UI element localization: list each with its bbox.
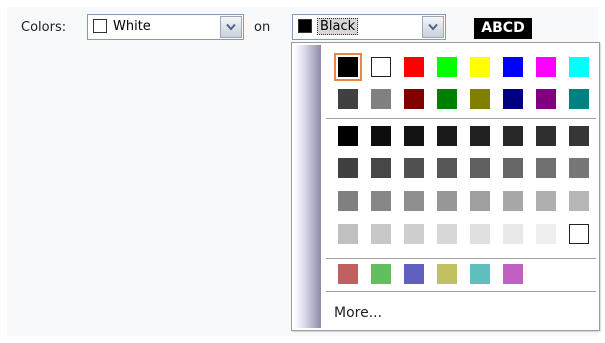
more-colors-link[interactable]: More...: [334, 305, 382, 321]
color-swatch[interactable]: [470, 89, 490, 109]
color-swatch[interactable]: [437, 57, 457, 77]
color-swatch[interactable]: [569, 89, 589, 109]
color-swatch[interactable]: [503, 57, 523, 77]
chevron-down-icon: [428, 23, 438, 31]
color-swatch[interactable]: [404, 126, 424, 146]
color-swatch[interactable]: [470, 224, 490, 244]
on-label: on: [254, 20, 271, 35]
color-swatch[interactable]: [536, 158, 556, 178]
color-swatch[interactable]: [536, 126, 556, 146]
color-swatch[interactable]: [470, 57, 490, 77]
foreground-dropdown-button[interactable]: [220, 16, 242, 38]
color-swatch[interactable]: [437, 264, 457, 284]
color-swatch[interactable]: [404, 89, 424, 109]
color-swatch[interactable]: [404, 158, 424, 178]
color-swatch[interactable]: [503, 264, 523, 284]
color-swatch[interactable]: [470, 264, 490, 284]
color-swatch[interactable]: [470, 191, 490, 211]
color-swatch[interactable]: [371, 224, 391, 244]
color-swatch[interactable]: [371, 126, 391, 146]
color-swatch[interactable]: [371, 57, 391, 77]
separator: [326, 291, 596, 292]
foreground-color-swatch: [93, 19, 107, 33]
color-swatch[interactable]: [569, 191, 589, 211]
background-dropdown-button[interactable]: [422, 16, 444, 38]
color-swatch[interactable]: [371, 158, 391, 178]
color-swatch[interactable]: [470, 158, 490, 178]
foreground-color-select[interactable]: White: [87, 14, 244, 40]
color-swatch[interactable]: [371, 89, 391, 109]
color-picker-dropdown: More...: [291, 42, 600, 331]
color-swatch[interactable]: [470, 126, 490, 146]
color-swatch[interactable]: [371, 264, 391, 284]
color-swatch[interactable]: [338, 126, 358, 146]
color-swatch[interactable]: [503, 89, 523, 109]
background-color-swatch: [298, 19, 312, 33]
color-swatch[interactable]: [338, 191, 358, 211]
background-color-value: Black: [317, 18, 359, 35]
background-color-select[interactable]: Black: [292, 14, 446, 40]
dropdown-gradient-strip: [294, 45, 321, 328]
color-swatch[interactable]: [338, 89, 358, 109]
foreground-color-value: White: [113, 19, 151, 34]
color-swatch[interactable]: [437, 191, 457, 211]
color-swatch[interactable]: [338, 158, 358, 178]
color-swatch[interactable]: [536, 224, 556, 244]
color-swatch[interactable]: [569, 158, 589, 178]
color-preview: ABCD: [474, 18, 532, 39]
color-swatch[interactable]: [334, 53, 362, 81]
separator: [326, 258, 596, 259]
color-swatch[interactable]: [371, 191, 391, 211]
color-swatch[interactable]: [437, 224, 457, 244]
color-swatch[interactable]: [338, 224, 358, 244]
color-swatch[interactable]: [503, 191, 523, 211]
color-swatch[interactable]: [404, 191, 424, 211]
color-swatch[interactable]: [536, 191, 556, 211]
color-swatch[interactable]: [338, 264, 358, 284]
color-swatch[interactable]: [437, 126, 457, 146]
color-swatch[interactable]: [569, 126, 589, 146]
colors-label: Colors:: [21, 20, 67, 35]
chevron-down-icon: [226, 23, 236, 31]
color-swatch[interactable]: [404, 224, 424, 244]
color-swatch[interactable]: [536, 89, 556, 109]
color-swatch[interactable]: [503, 158, 523, 178]
color-swatch[interactable]: [437, 158, 457, 178]
color-swatch[interactable]: [437, 89, 457, 109]
color-swatch[interactable]: [503, 224, 523, 244]
color-swatch[interactable]: [569, 224, 589, 244]
separator: [326, 118, 596, 119]
color-swatch[interactable]: [503, 126, 523, 146]
color-swatch[interactable]: [404, 57, 424, 77]
color-swatch[interactable]: [404, 264, 424, 284]
color-swatch[interactable]: [569, 57, 589, 77]
color-swatch[interactable]: [536, 57, 556, 77]
